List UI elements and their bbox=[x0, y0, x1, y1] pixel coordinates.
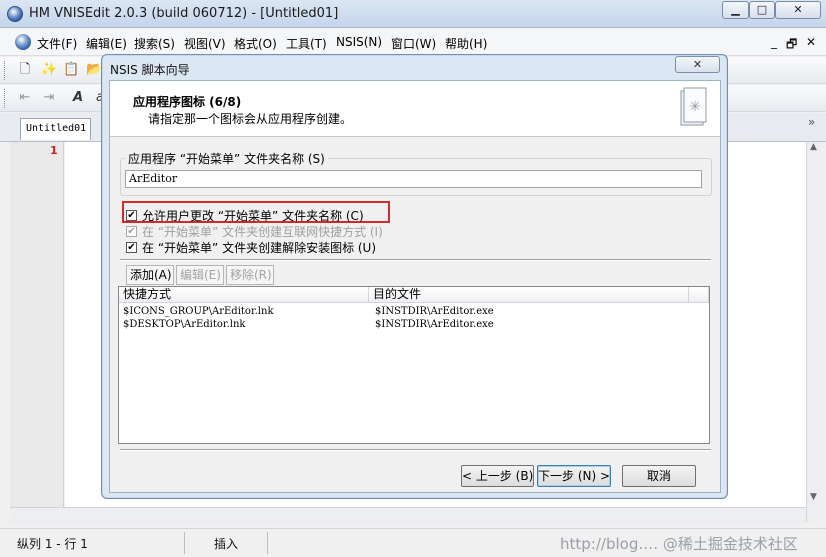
open-folder-icon[interactable]: 📂 bbox=[86, 62, 102, 78]
mdi-close-button[interactable]: ✕ bbox=[806, 35, 816, 49]
checkbox-box[interactable]: ✔ bbox=[126, 210, 137, 221]
svg-text:✳: ✳ bbox=[689, 99, 701, 115]
column-header-target[interactable]: 目的文件 bbox=[369, 287, 689, 303]
watermark: http://blog.… @稀土掘金技术社区 bbox=[560, 535, 798, 553]
add-button[interactable]: 添加(A) bbox=[126, 265, 174, 285]
new-file-icon[interactable]: 🗋 bbox=[17, 62, 33, 78]
template-icon[interactable]: 📋 bbox=[63, 62, 79, 78]
remove-button[interactable]: 移除(R) bbox=[226, 265, 274, 285]
row-shortcut[interactable]: $ICONS_GROUP\ArEditor.lnk bbox=[123, 306, 274, 317]
status-divider bbox=[267, 532, 268, 554]
line-gutter bbox=[10, 142, 64, 522]
footer-divider bbox=[120, 449, 711, 451]
vertical-scrollbar[interactable]: ▲ ▼ bbox=[806, 142, 823, 522]
edit-button[interactable]: 编辑(E) bbox=[176, 265, 224, 285]
toolbar-grip[interactable] bbox=[4, 61, 7, 80]
menu-nsis[interactable]: NSIS(N) bbox=[336, 35, 382, 49]
step-title: 应用程序图标 (6/8) bbox=[133, 95, 242, 109]
mdi-restore-button[interactable]: 🗗 bbox=[786, 35, 797, 56]
document-icon[interactable] bbox=[15, 34, 31, 50]
checkbox-box[interactable]: ✔ bbox=[126, 242, 137, 253]
font-icon[interactable]: A bbox=[70, 90, 86, 106]
scroll-up-icon[interactable]: ▲ bbox=[810, 142, 817, 152]
internet-shortcut-checkbox[interactable]: ✔ 在 “开始菜单” 文件夹创建互联网快捷方式 (I) bbox=[126, 223, 383, 240]
app-icon bbox=[7, 6, 23, 22]
group-label: 应用程序 “开始菜单” 文件夹名称 (S) bbox=[128, 152, 325, 166]
window-title: HM VNISEdit 2.0.3 (build 060712) - [Unti… bbox=[29, 6, 339, 21]
checkbox-label: 在 “开始菜单” 文件夹创建互联网快捷方式 (I) bbox=[142, 225, 383, 239]
column-header-shortcut[interactable]: 快捷方式 bbox=[119, 287, 369, 303]
close-button[interactable]: ✕ bbox=[775, 1, 821, 19]
next-button[interactable]: 下一步 (N) > bbox=[537, 465, 611, 487]
column-header-filler bbox=[689, 287, 709, 303]
menu-bar: 文件(F) 编辑(E) 搜索(S) 视图(V) 格式(O) 工具(T) NSIS… bbox=[0, 29, 826, 56]
menu-help[interactable]: 帮助(H) bbox=[445, 35, 487, 52]
cursor-position: 纵列 1 - 行 1 bbox=[17, 537, 88, 551]
mdi-minimize-button[interactable]: _ bbox=[771, 35, 777, 49]
divider bbox=[120, 259, 711, 261]
horizontal-scrollbar[interactable] bbox=[10, 507, 806, 524]
folder-name-input[interactable]: ArEditor bbox=[125, 170, 702, 188]
indent-icon[interactable]: ⇥ bbox=[41, 90, 57, 106]
checkbox-box[interactable]: ✔ bbox=[126, 226, 137, 237]
outdent-icon[interactable]: ⇤ bbox=[17, 90, 33, 106]
checkbox-label: 在 “开始菜单” 文件夹创建解除安装图标 (U) bbox=[142, 241, 377, 255]
menu-file[interactable]: 文件(F) bbox=[37, 35, 77, 52]
line-number: 1 bbox=[50, 144, 58, 157]
minimize-button[interactable]: ▁ bbox=[722, 1, 749, 19]
wizard-page-icon: ✳ bbox=[680, 87, 707, 126]
shortcut-list[interactable]: 快捷方式 目的文件 $ICONS_GROUP\ArEditor.lnk $INS… bbox=[118, 286, 710, 444]
toolbar-grip[interactable] bbox=[4, 89, 7, 108]
title-bar: HM VNISEdit 2.0.3 (build 060712) - [Unti… bbox=[0, 0, 826, 28]
app-window: HM VNISEdit 2.0.3 (build 060712) - [Unti… bbox=[0, 0, 826, 557]
row-shortcut[interactable]: $DESKTOP\ArEditor.lnk bbox=[123, 319, 245, 330]
menu-search[interactable]: 搜索(S) bbox=[134, 35, 175, 52]
menu-window[interactable]: 窗口(W) bbox=[391, 35, 436, 52]
menu-format[interactable]: 格式(O) bbox=[234, 35, 277, 52]
dialog-body: 应用程序图标 (6/8) 请指定那一个图标会从应用程序创建。 ✳ 应用程序 “开… bbox=[109, 80, 721, 493]
menu-edit[interactable]: 编辑(E) bbox=[86, 35, 127, 52]
row-target[interactable]: $INSTDIR\ArEditor.exe bbox=[375, 319, 494, 330]
row-target[interactable]: $INSTDIR\ArEditor.exe bbox=[375, 306, 494, 317]
allow-change-folder-checkbox[interactable]: ✔ 允许用户更改 “开始菜单” 文件夹名称 (C) bbox=[126, 207, 364, 224]
step-subtitle: 请指定那一个图标会从应用程序创建。 bbox=[148, 112, 353, 126]
dialog-close-button[interactable]: ✕ bbox=[675, 56, 720, 73]
scroll-down-icon[interactable]: ▼ bbox=[810, 492, 817, 502]
tab-untitled01[interactable]: Untitled01 bbox=[20, 118, 91, 140]
status-bar: 纵列 1 - 行 1 插入 http://blog.… @稀土掘金技术社区 bbox=[0, 528, 826, 557]
checkbox-label: 允许用户更改 “开始菜单” 文件夹名称 (C) bbox=[142, 209, 364, 223]
maximize-button[interactable]: □ bbox=[749, 1, 775, 19]
tab-overflow-icon[interactable]: » bbox=[808, 115, 815, 129]
insert-mode: 插入 bbox=[214, 537, 239, 551]
cancel-button[interactable]: 取消 bbox=[622, 465, 696, 487]
wizard-header: 应用程序图标 (6/8) 请指定那一个图标会从应用程序创建。 ✳ bbox=[110, 81, 720, 137]
menu-view[interactable]: 视图(V) bbox=[184, 35, 226, 52]
uninstall-icon-checkbox[interactable]: ✔ 在 “开始菜单” 文件夹创建解除安装图标 (U) bbox=[126, 239, 376, 256]
back-button[interactable]: < 上一步 (B) bbox=[461, 465, 534, 487]
dialog-title: NSIS 脚本向导 bbox=[110, 63, 190, 77]
nsis-wizard-dialog: NSIS 脚本向导 ✕ 应用程序图标 (6/8) 请指定那一个图标会从应用程序创… bbox=[101, 54, 728, 499]
status-divider bbox=[184, 532, 185, 554]
menu-tools[interactable]: 工具(T) bbox=[286, 35, 327, 52]
wizard-icon[interactable]: ✨ bbox=[41, 62, 57, 78]
